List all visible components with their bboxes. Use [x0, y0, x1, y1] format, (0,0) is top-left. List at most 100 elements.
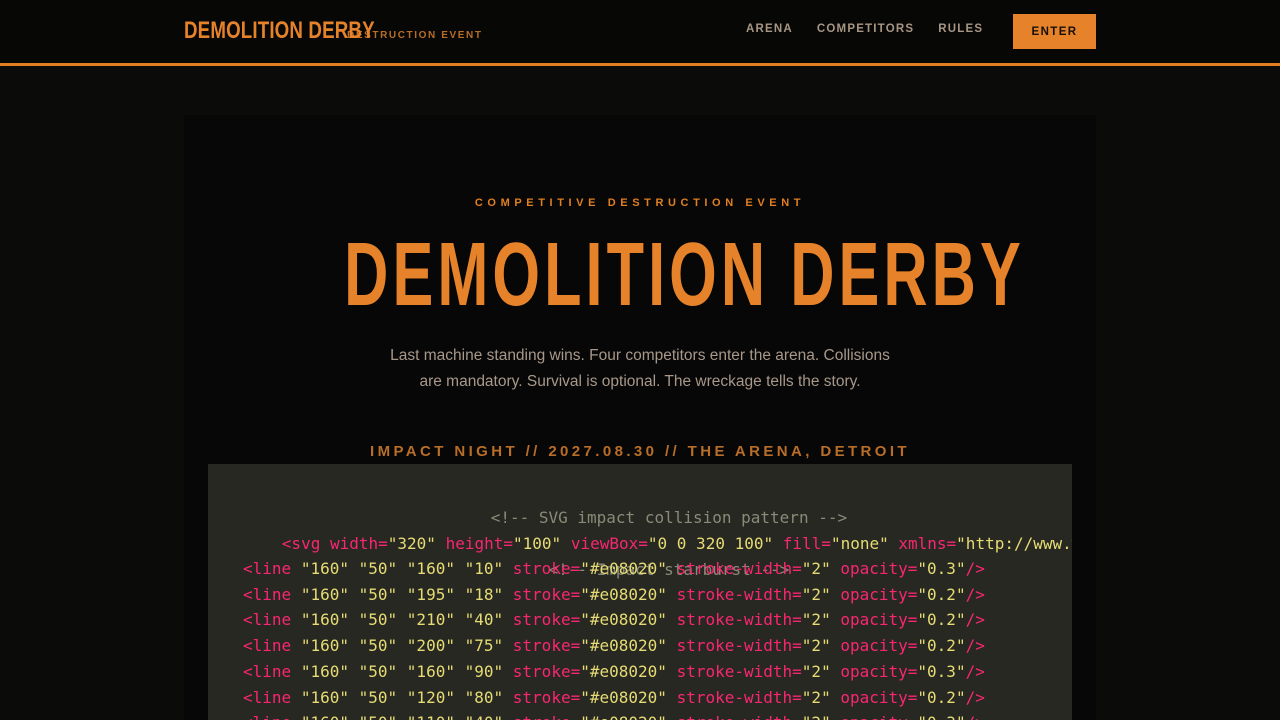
code-value: "40" — [464, 610, 504, 630]
code-value: "75" — [464, 636, 504, 656]
code-attr: stroke-width= — [677, 713, 802, 720]
code-value: "#e08020" — [580, 559, 667, 578]
code-tag-close: /> — [965, 559, 985, 578]
enter-button[interactable]: ENTER — [1013, 14, 1096, 49]
code-tag-close: /> — [965, 584, 985, 604]
code-value: "200" — [406, 636, 455, 656]
code-value: "50" — [358, 661, 398, 681]
code-tag-close: /> — [965, 687, 985, 707]
code-value: "0.2" — [917, 610, 966, 630]
nav-link-competitors[interactable]: COMPETITORS — [817, 23, 914, 35]
code-attr: stroke= — [512, 610, 581, 630]
code-value: "10" — [464, 559, 504, 578]
code-tag: <line — [243, 636, 292, 656]
code-line-element: <line "160" "50" "160" "90" stroke="#e08… — [243, 659, 985, 685]
code-attr: stroke-width= — [676, 661, 802, 681]
code-value: "50" — [358, 559, 398, 578]
code-value: "#e08020" — [580, 610, 667, 630]
code-attr: stroke-width= — [676, 636, 802, 656]
nav-link-rules[interactable]: RULES — [938, 23, 983, 35]
code-value: "2" — [801, 636, 831, 656]
code-attr: opacity= — [840, 713, 917, 720]
hero-title-wrap: DEMOLITION DERBY — [184, 225, 1096, 325]
code-value: "0.3" — [917, 661, 966, 681]
code-value: "0.2" — [917, 584, 966, 604]
code-attr: stroke-width= — [676, 610, 802, 630]
nav-link-arena[interactable]: ARENA — [746, 23, 793, 35]
code-value: "18" — [464, 584, 504, 604]
code-value: "2" — [801, 584, 831, 604]
code-value: "110" — [407, 713, 455, 720]
brand-name: DEMOLITION DERBY — [184, 17, 375, 44]
code-value: "#e08020" — [580, 661, 667, 681]
code-attr: stroke= — [512, 661, 581, 681]
code-value: "0.3" — [917, 559, 966, 578]
code-value: "160" — [300, 687, 349, 707]
code-value: "160" — [300, 610, 349, 630]
code-attr: opacity= — [840, 559, 918, 578]
code-value: "50" — [358, 636, 398, 656]
code-tag: <line — [243, 610, 292, 630]
code-tag: <line — [243, 584, 292, 604]
code-attr: opacity= — [840, 661, 918, 681]
main-nav: ARENA COMPETITORS RULES — [746, 23, 983, 35]
code-value: "2" — [801, 559, 831, 578]
code-value: "160" — [301, 713, 349, 720]
code-value: "160" — [300, 661, 349, 681]
brand-logo[interactable]: DEMOLITION DERBY DESTRUCTION EVENT — [184, 17, 483, 45]
code-tag-close: /> — [965, 661, 985, 681]
code-attr: opacity= — [840, 610, 918, 630]
hero-title: DEMOLITION DERBY — [344, 225, 1025, 325]
event-details: IMPACT NIGHT // 2027.08.30 // THE ARENA,… — [370, 443, 910, 460]
code-svg-open: <svg width="320" height="100" viewBox="0… — [224, 505, 1072, 553]
code-value: "210" — [406, 610, 455, 630]
code-value: "2" — [801, 610, 831, 630]
code-value: "0.2" — [917, 636, 966, 656]
code-attr: stroke= — [512, 636, 581, 656]
code-attr: opacity= — [840, 636, 918, 656]
code-value: "160" — [406, 559, 455, 578]
code-value: "50" — [358, 610, 398, 630]
code-value: "90" — [464, 661, 504, 681]
code-attr: stroke= — [512, 687, 581, 707]
code-value: "160" — [406, 661, 455, 681]
code-attr: stroke= — [513, 713, 580, 720]
code-attr: stroke= — [512, 559, 581, 578]
code-value: "50" — [359, 713, 398, 720]
code-value: "0.3" — [917, 713, 965, 720]
code-value: "160" — [300, 636, 349, 656]
